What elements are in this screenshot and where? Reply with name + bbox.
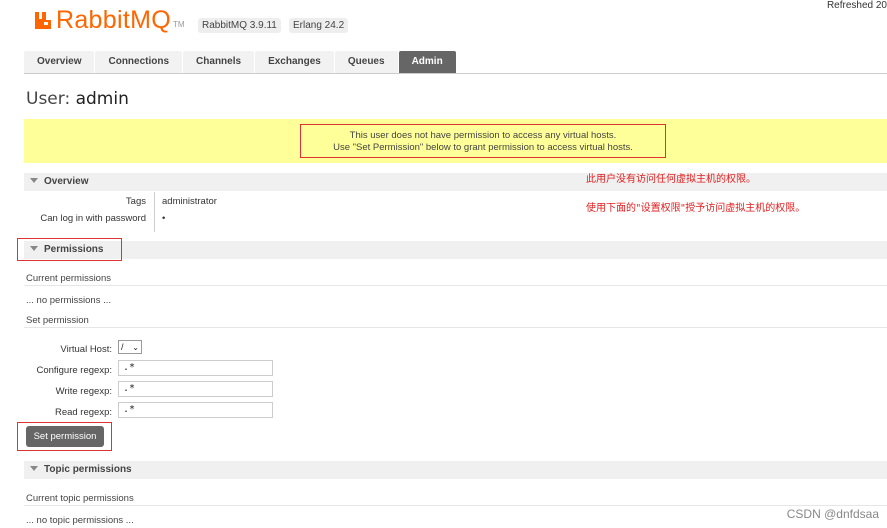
read-regexp-input[interactable]: .* (118, 402, 273, 418)
login-label: Can log in with password (40, 213, 146, 224)
overview-divider (154, 192, 155, 232)
current-topic-permissions-label: Current topic permissions (24, 492, 887, 506)
logo-trademark: TM (172, 19, 185, 29)
chevron-down-icon: ⌄ (132, 343, 139, 352)
tags-label: Tags (125, 196, 146, 207)
login-value: • (162, 213, 166, 224)
tab-queues[interactable]: Queues (334, 51, 398, 73)
overview-heading: Overview (44, 176, 89, 187)
main-nav: Overview Connections Channels Exchanges … (24, 51, 457, 73)
topic-permissions-section-header[interactable]: Topic permissions (24, 461, 887, 479)
annotation-zh-line-2: 使用下面的"设置权限"授予访问虚拟主机的权限。 (586, 203, 806, 214)
warning-line-2: Use "Set Permission" below to grant perm… (333, 142, 633, 153)
write-regexp-input[interactable]: .* (118, 381, 273, 397)
collapse-triangle-icon (30, 178, 38, 184)
permissions-section-header[interactable]: Permissions (24, 241, 887, 259)
vhost-selected-value: / (121, 342, 124, 352)
tags-value: administrator (162, 196, 217, 207)
rabbitmq-version-badge: RabbitMQ 3.9.11 (198, 18, 281, 33)
configure-label: Configure regexp: (36, 365, 112, 376)
nav-divider (24, 73, 887, 74)
configure-regexp-input[interactable]: .* (118, 360, 273, 376)
current-permissions-label: Current permissions (24, 272, 887, 286)
set-permission-label: Set permission (24, 314, 887, 328)
page-title: User: admin (26, 89, 129, 109)
tab-overview[interactable]: Overview (24, 51, 95, 73)
read-label: Read regexp: (54, 407, 112, 418)
tab-channels[interactable]: Channels (183, 51, 255, 73)
permissions-highlight-box (17, 238, 122, 261)
topic-permissions-heading: Topic permissions (44, 464, 132, 475)
csdn-watermark: CSDN @dnfdsaa (786, 507, 879, 521)
logo-text: RabbitMQ (56, 5, 171, 34)
tab-admin[interactable]: Admin (398, 51, 456, 73)
tab-connections[interactable]: Connections (95, 51, 183, 73)
refreshed-status[interactable]: Refreshed 20 (827, 0, 887, 11)
write-label: Write regexp: (55, 386, 112, 397)
annotation-zh-line-1: 此用户没有访问任何虚拟主机的权限。 (586, 174, 756, 185)
warning-line-1: This user does not have permission to ac… (349, 130, 617, 141)
tab-exchanges[interactable]: Exchanges (255, 51, 334, 73)
rabbit-logo-icon (34, 10, 52, 30)
no-topic-permissions-text: ... no topic permissions ... (26, 515, 134, 526)
rabbitmq-logo[interactable]: RabbitMQ TM (34, 6, 185, 34)
no-permissions-text: ... no permissions ... (26, 295, 112, 306)
warning-message: This user does not have permission to ac… (300, 124, 666, 158)
collapse-triangle-icon (30, 466, 38, 472)
page-title-user: admin (75, 89, 129, 109)
erlang-version-badge: Erlang 24.2 (289, 18, 349, 33)
vhost-select[interactable]: / ⌄ (118, 340, 142, 354)
overview-section-header[interactable]: Overview (24, 173, 887, 191)
set-permission-button[interactable]: Set permission (26, 426, 104, 447)
page-title-prefix: User: (26, 89, 71, 109)
vhost-label: Virtual Host: (60, 344, 112, 355)
